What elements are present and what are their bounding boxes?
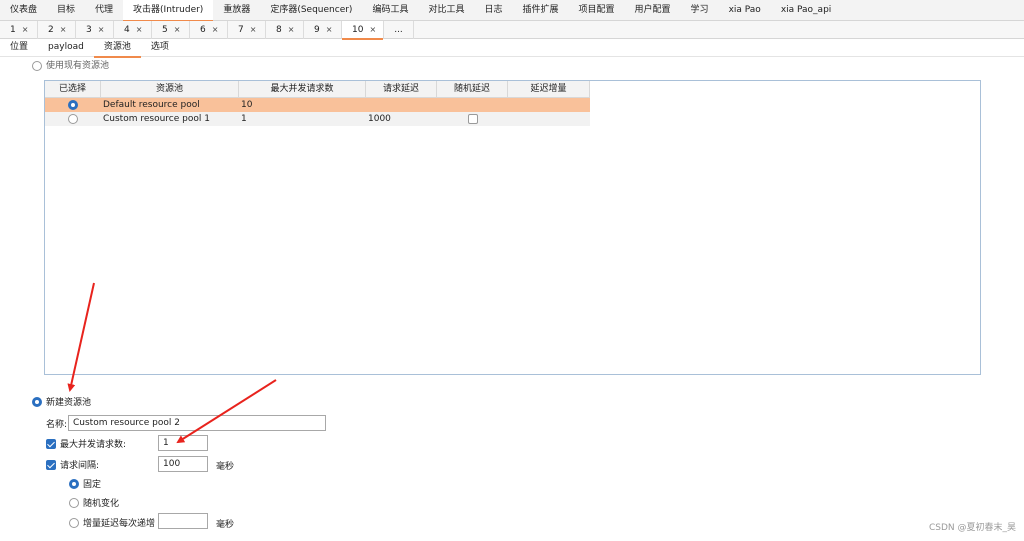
use-existing-pool-radio[interactable] [32, 61, 42, 71]
new-pool-label: 新建资源池 [46, 398, 92, 408]
attack-tab[interactable]: 1 × [0, 21, 38, 39]
close-icon[interactable]: × [174, 25, 181, 34]
name-label: 名称: [46, 420, 68, 430]
increment-label: 增量延迟每次递增 [83, 519, 156, 529]
attack-tab[interactable]: 4 × [114, 21, 152, 39]
attack-tabs-bar: 1 × 2 × 3 × 4 × 5 × 6 × 7 × 8 × 9 × 10 × ... [0, 21, 1024, 40]
menu-tab-proxy[interactable]: 代理 [85, 0, 123, 21]
main-menu-bar: 仪表盘 目标 代理 攻击器(Intruder) 重放器 定序器(Sequence… [0, 0, 1024, 22]
pool-name-cell: Default resource pool [103, 100, 200, 110]
request-interval-input[interactable]: 100 [158, 456, 208, 472]
close-icon[interactable]: × [136, 25, 143, 34]
random-delay-cell[interactable] [437, 112, 508, 126]
watermark: CSDN @夏初春末_昊 [928, 523, 1016, 533]
tab-positions[interactable]: 位置 [0, 39, 38, 57]
new-pool-option[interactable]: 新建资源池 [32, 395, 91, 408]
random-delay-checkbox[interactable] [467, 113, 478, 124]
request-interval-label: 请求间隔: [60, 461, 100, 471]
attack-tab[interactable]: 7 × [228, 21, 266, 39]
request-interval-row[interactable]: 请求间隔: [46, 458, 99, 471]
menu-tab-learn[interactable]: 学习 [681, 0, 719, 21]
attack-tab[interactable]: 5 × [152, 21, 190, 39]
increment-input[interactable] [158, 513, 208, 529]
max-concurrent-input[interactable]: 1 [158, 435, 208, 451]
delay-cell: 1000 [368, 114, 391, 124]
annotation-arrow [176, 379, 277, 444]
attack-tab[interactable]: 6 × [190, 21, 228, 39]
delay-cell [366, 98, 437, 112]
table-row[interactable]: Default resource pool 10 [45, 98, 590, 112]
resource-pool-table: 已选择 资源池 最大并发请求数 请求延迟 随机延迟 延迟增量 Default r… [44, 80, 981, 375]
close-icon[interactable]: × [369, 25, 376, 34]
max-concurrent-checkbox[interactable] [46, 438, 56, 449]
row-select-cell[interactable] [45, 112, 101, 126]
table-header: 已选择 资源池 最大并发请求数 请求延迟 随机延迟 延迟增量 [45, 81, 590, 98]
menu-tab-intruder[interactable]: 攻击器(Intruder) [123, 0, 214, 22]
fixed-option[interactable]: 固定 [69, 477, 101, 490]
increment-option[interactable]: 增量延迟每次递增 [69, 516, 155, 529]
increment-radio[interactable] [69, 517, 79, 528]
close-icon[interactable]: × [250, 25, 257, 34]
menu-tab-target[interactable]: 目标 [47, 0, 85, 21]
column-header-selected[interactable]: 已选择 [45, 81, 101, 98]
name-row: 名称: [46, 417, 67, 430]
column-header-delay-increment[interactable]: 延迟增量 [508, 81, 590, 98]
intruder-sub-tabs: 位置 payload 资源池 选项 [0, 39, 1024, 58]
delay-increment-cell [508, 112, 590, 126]
column-header-max-concurrent[interactable]: 最大并发请求数 [239, 81, 366, 98]
row-select-radio[interactable] [68, 99, 78, 110]
menu-tab-decoder[interactable]: 编码工具 [362, 0, 418, 21]
max-concurrent-row[interactable]: 最大并发请求数: [46, 437, 126, 450]
menu-tab-logger[interactable]: 日志 [474, 0, 512, 21]
menu-tab-comparer[interactable]: 对比工具 [418, 0, 474, 21]
menu-tab-sequencer[interactable]: 定序器(Sequencer) [260, 0, 362, 21]
column-header-delay[interactable]: 请求延迟 [366, 81, 437, 98]
random-delay-cell [437, 98, 508, 112]
menu-tab-xia-pao-api[interactable]: xia Pao_api [771, 0, 841, 21]
attack-tab[interactable]: 2 × [38, 21, 76, 39]
interval-unit-label: 毫秒 [216, 462, 235, 472]
request-interval-checkbox[interactable] [46, 459, 56, 470]
random-option[interactable]: 随机变化 [69, 496, 119, 509]
menu-tab-user-options[interactable]: 用户配置 [625, 0, 681, 21]
max-concurrent-label: 最大并发请求数: [60, 440, 127, 450]
delay-increment-cell [508, 98, 590, 112]
menu-tab-project-options[interactable]: 项目配置 [569, 0, 625, 21]
close-icon[interactable]: × [60, 25, 67, 34]
tab-options[interactable]: 选项 [141, 39, 179, 57]
close-icon[interactable]: × [212, 25, 219, 34]
fixed-label: 固定 [83, 480, 102, 490]
max-concurrent-cell: 10 [241, 100, 253, 110]
attack-tab[interactable]: 9 × [304, 21, 342, 39]
pool-name-input[interactable]: Custom resource pool 2 [68, 415, 326, 431]
tab-resource-pool[interactable]: 资源池 [93, 39, 141, 58]
fixed-radio[interactable] [69, 478, 79, 489]
attack-tab-active[interactable]: 10 × [342, 21, 384, 40]
attack-tab[interactable]: 8 × [266, 21, 304, 39]
menu-tab-extensions[interactable]: 插件扩展 [513, 0, 569, 21]
tab-payload[interactable]: payload [38, 39, 94, 57]
increment-unit-label: 毫秒 [216, 520, 235, 530]
menu-tab-xia-pao[interactable]: xia Pao [719, 0, 771, 21]
menu-tab-repeater[interactable]: 重放器 [213, 0, 260, 21]
max-concurrent-cell: 1 [241, 114, 247, 124]
close-icon[interactable]: × [22, 25, 29, 34]
use-existing-pool-label: 使用现有资源池 [46, 61, 110, 71]
table-row[interactable]: Custom resource pool 1 1 1000 [45, 112, 590, 126]
row-select-radio[interactable] [68, 113, 78, 124]
row-select-cell[interactable] [45, 98, 101, 112]
close-icon[interactable]: × [288, 25, 295, 34]
use-existing-pool-option[interactable]: 使用现有资源池 [32, 59, 109, 71]
new-pool-radio[interactable] [32, 396, 42, 407]
menu-tab-dashboard[interactable]: 仪表盘 [0, 0, 47, 21]
column-header-pool[interactable]: 资源池 [101, 81, 239, 98]
new-tab-button[interactable]: ... [384, 21, 414, 39]
attack-tab[interactable]: 3 × [76, 21, 114, 39]
close-icon[interactable]: × [98, 25, 105, 34]
random-radio[interactable] [69, 497, 79, 508]
random-label: 随机变化 [83, 499, 120, 509]
column-header-random-delay[interactable]: 随机延迟 [437, 81, 508, 98]
close-icon[interactable]: × [326, 25, 333, 34]
pool-name-cell: Custom resource pool 1 [103, 114, 210, 124]
